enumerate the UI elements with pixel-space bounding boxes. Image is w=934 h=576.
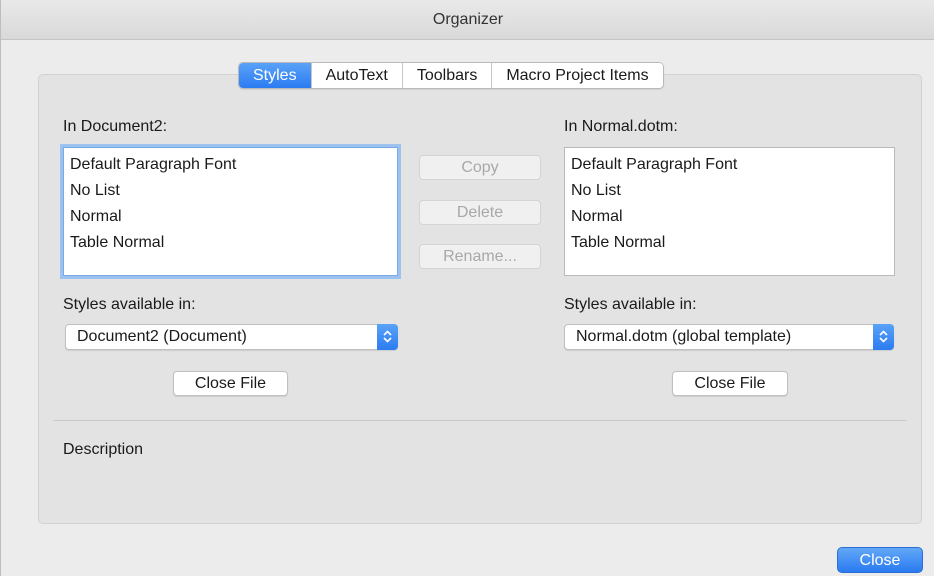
left-close-file-button[interactable]: Close File	[173, 371, 288, 396]
list-item[interactable]: Default Paragraph Font	[70, 152, 391, 178]
left-available-label: Styles available in:	[63, 296, 196, 313]
left-list-heading: In Document2:	[63, 118, 168, 135]
right-available-label: Styles available in:	[564, 296, 697, 313]
close-button[interactable]: Close	[837, 547, 923, 573]
list-item[interactable]: No List	[70, 178, 391, 204]
right-list-heading: In Normal.dotm:	[564, 118, 678, 135]
delete-button[interactable]: Delete	[419, 200, 541, 225]
divider	[53, 420, 907, 421]
tab-macro-project-items[interactable]: Macro Project Items	[491, 63, 663, 88]
right-available-value: Normal.dotm (global template)	[576, 328, 792, 345]
rename-button[interactable]: Rename...	[419, 244, 541, 269]
chevron-up-down-icon	[873, 324, 894, 350]
list-item[interactable]: No List	[571, 178, 888, 204]
copy-button[interactable]: Copy	[419, 155, 541, 180]
list-item[interactable]: Normal	[70, 204, 391, 230]
description-label: Description	[63, 441, 144, 458]
right-close-file-button[interactable]: Close File	[672, 371, 788, 396]
right-style-list[interactable]: Default Paragraph Font No List Normal Ta…	[564, 147, 895, 276]
list-item[interactable]: Normal	[571, 204, 888, 230]
tab-styles[interactable]: Styles	[239, 63, 311, 88]
list-item[interactable]: Table Normal	[571, 230, 888, 256]
left-available-value: Document2 (Document)	[77, 328, 247, 345]
list-item[interactable]: Default Paragraph Font	[571, 152, 888, 178]
tab-autotext[interactable]: AutoText	[310, 63, 402, 88]
tab-toolbars[interactable]: Toolbars	[401, 63, 492, 88]
window-title: Organizer	[1, 0, 934, 40]
tab-bar: Styles AutoText Toolbars Macro Project I…	[238, 62, 664, 89]
chevron-up-down-icon	[377, 324, 398, 350]
list-item[interactable]: Table Normal	[70, 230, 391, 256]
organizer-window: Organizer Styles AutoText Toolbars Macro…	[0, 0, 934, 576]
right-available-select[interactable]: Normal.dotm (global template)	[564, 324, 894, 350]
left-style-list[interactable]: Default Paragraph Font No List Normal Ta…	[63, 147, 398, 276]
left-available-select[interactable]: Document2 (Document)	[65, 324, 398, 350]
